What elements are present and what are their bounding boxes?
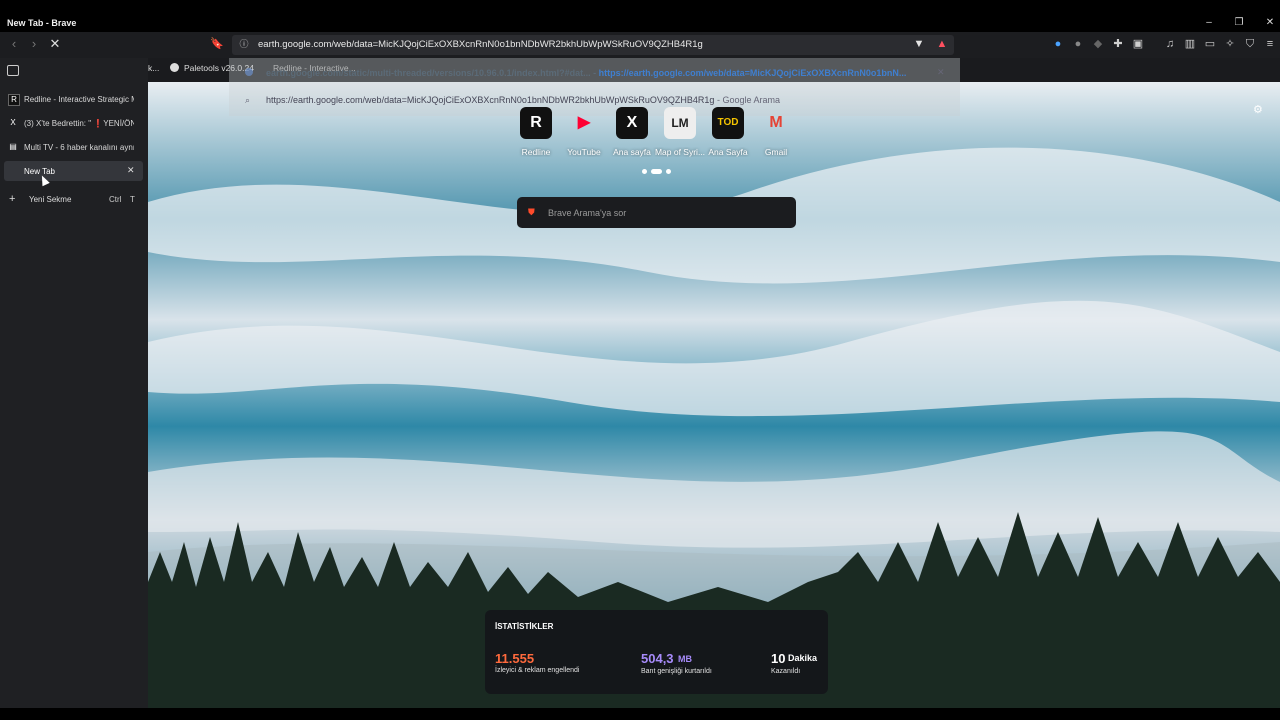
vpn-shield-icon[interactable]: ⛉ [1243,37,1257,51]
suggestion-path: earth.google.com/static/multi-threaded/v… [266,68,591,78]
search-icon: ⌕ [245,95,251,105]
extension-2-icon[interactable]: ● [1071,37,1085,51]
customize-settings-gear-icon[interactable]: ⚙ [1253,103,1263,116]
redline-tile-icon[interactable]: R [520,107,552,139]
suggestion-sep: - [593,68,597,78]
restore-button[interactable]: ❐ [1230,16,1248,30]
forward-icon[interactable]: › [26,36,42,52]
extensions-puzzle-icon[interactable]: ✚ [1111,37,1125,51]
paletools-icon [170,63,179,72]
wallet-icon[interactable]: ▭ [1203,37,1217,51]
minimize-button[interactable]: – [1200,16,1218,30]
time-saved-value: 10 [771,651,786,666]
brave-shields-icon[interactable]: ▼ [912,37,926,51]
extension-icon[interactable]: ● [1051,37,1065,51]
extension-3-icon[interactable]: ◆ [1091,37,1105,51]
bookmark-icon[interactable]: 🔖 [210,37,224,51]
sidebar-panel-icon[interactable] [7,65,19,76]
page-dot[interactable] [642,169,647,174]
tab-label: (3) X'te Bedrettin: " ❗YENİ/ÖN [24,119,134,128]
media-music-icon[interactable]: ♫ [1163,37,1177,51]
time-saved-label: Kazanıldı [771,668,801,675]
x-favicon-icon: X [10,118,16,127]
tab-label: Redline - Interactive Strategic M [24,95,134,104]
youtube-tile-icon[interactable]: ▶ [568,107,600,139]
multitv-favicon-icon: ▤ [9,142,17,151]
redline-favicon-icon: R [8,94,20,106]
suggestion-search-row[interactable]: https://earth.google.com/web/data=MicKJQ… [266,95,780,105]
suggestion-url: https://earth.google.com/web/data=MicKJQ… [598,68,907,78]
site-info-icon[interactable]: ⓘ [237,37,251,51]
brave-rewards-icon[interactable]: ▲ [935,37,949,51]
suggestion-engine: - Google Arama [716,95,780,105]
tile-label[interactable]: Gmail [744,147,808,157]
menu-icon[interactable]: ≡ [1263,37,1277,51]
close-button[interactable]: ✕ [1261,16,1279,30]
close-tab-icon[interactable]: ✕ [127,165,135,176]
remove-suggestion-icon[interactable]: ✕ [937,67,945,78]
back-icon[interactable]: ‹ [6,36,22,52]
shortcut-t: T [130,195,135,204]
tab-label: New Tab [24,167,55,176]
title-bar [0,0,1280,32]
page-dot-active[interactable] [651,169,662,174]
gmail-tile-icon[interactable]: M [760,107,792,139]
bandwidth-unit: MB [678,654,692,664]
leo-ai-icon[interactable]: ✧ [1223,37,1237,51]
suggestion-history-row[interactable]: earth.google.com/static/multi-threaded/v… [266,68,906,78]
window-title: New Tab - Brave [7,18,77,28]
bandwidth-value: 504,3 [641,651,674,666]
time-saved-unit: Dakika [788,653,818,663]
blocked-count: 11.555 [495,651,535,666]
screenshot-icon[interactable]: ▣ [1131,37,1145,51]
new-tab-button[interactable]: Yeni Sekme [29,195,71,204]
bandwidth-label: Bant genişliği kurtarıldı [641,668,712,675]
plus-icon[interactable]: + [9,193,15,205]
shortcut-ctrl: Ctrl [109,195,122,204]
suggestion-query: https://earth.google.com/web/data=MicKJQ… [266,95,715,105]
brave-lion-icon: ⛊ [528,207,535,217]
sidebar-toggle-icon[interactable]: ▥ [1183,37,1197,51]
globe-icon [245,68,253,76]
address-text[interactable]: earth.google.com/web/data=MicKJQojCiExOX… [258,39,703,50]
stop-loading-icon[interactable]: ✕ [47,36,63,52]
page-dot[interactable] [666,169,671,174]
tod-tile-icon[interactable]: TOD [712,107,744,139]
bookmark-item[interactable]: k... [148,63,159,73]
bottom-edge [0,708,1280,720]
stats-title: İSTATİSTİKLER [495,622,554,631]
blocked-label: İzleyici & reklam engellendi [495,667,580,674]
x-tile-icon[interactable]: X [616,107,648,139]
search-input[interactable]: Brave Arama'ya sor [548,208,626,218]
tab-label: Multi TV - 6 haber kanalını aynı [24,143,134,152]
liveuamap-tile-icon[interactable]: LM [664,107,696,139]
